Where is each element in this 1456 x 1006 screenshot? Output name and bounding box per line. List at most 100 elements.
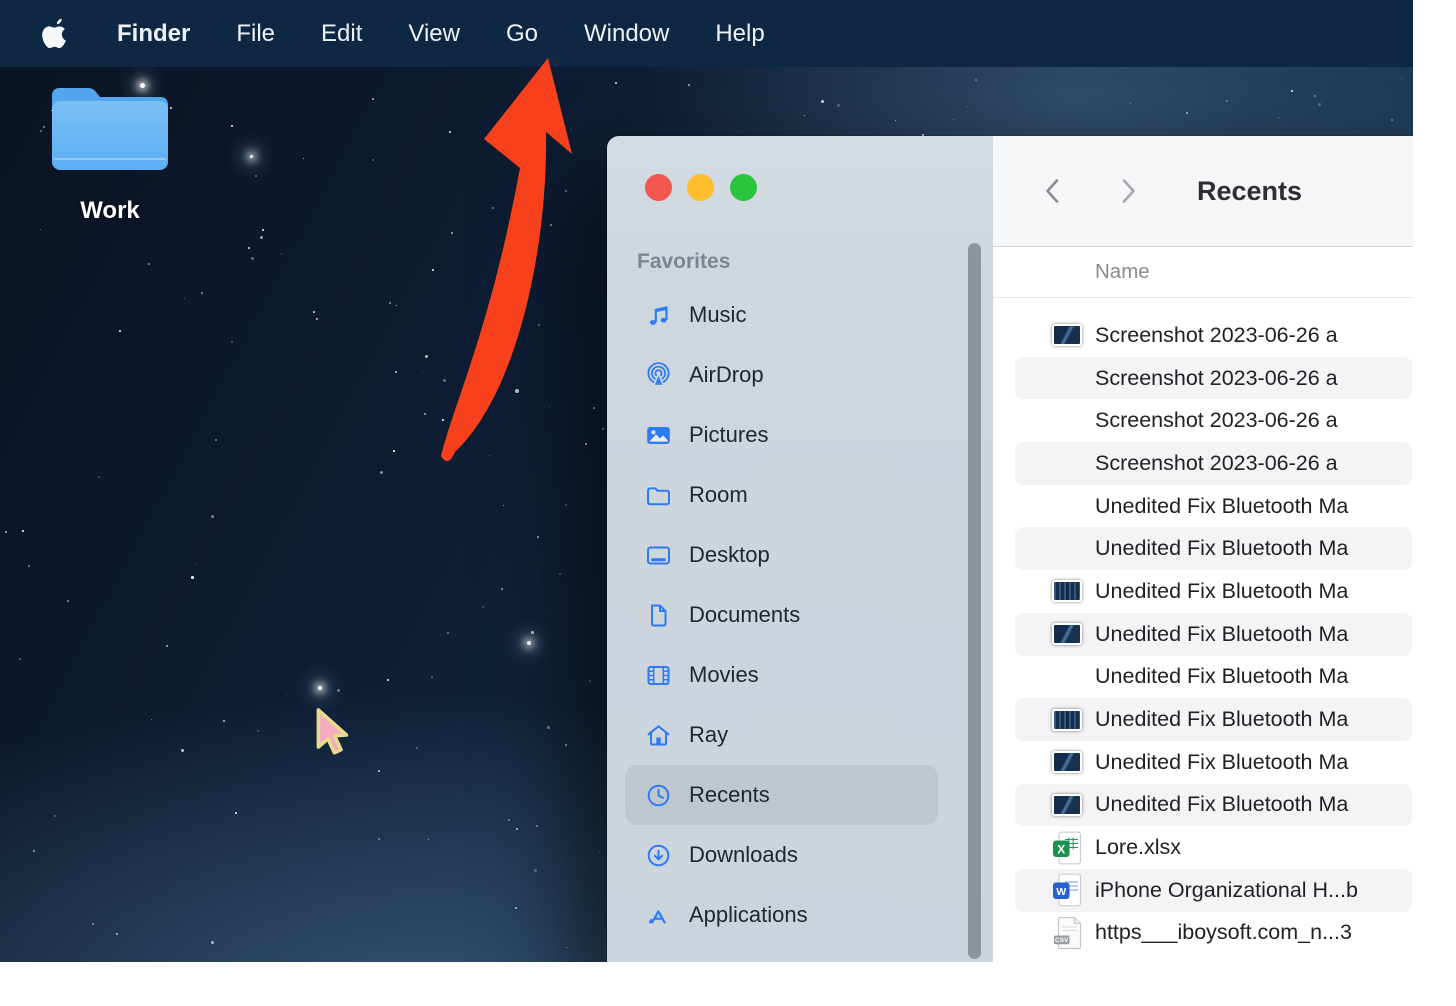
- folder-icon: [645, 482, 672, 509]
- svg-text:X: X: [1057, 842, 1065, 856]
- file-row[interactable]: Unedited Fix Bluetooth Ma: [1015, 613, 1412, 656]
- sidebar-item-music[interactable]: Music: [625, 285, 938, 345]
- mouse-cursor-icon: [316, 708, 358, 760]
- folder-label: Work: [46, 197, 174, 225]
- file-row[interactable]: Unedited Fix Bluetooth Ma: [1015, 527, 1412, 570]
- document-icon: [645, 602, 672, 629]
- menu-item-window[interactable]: Window: [584, 20, 669, 48]
- sidebar-item-documents[interactable]: Documents: [625, 585, 938, 645]
- svg-text:W: W: [1056, 886, 1066, 898]
- file-row[interactable]: Unedited Fix Bluetooth Ma: [1015, 741, 1412, 784]
- thumb-grid: [1052, 709, 1082, 731]
- column-header-row[interactable]: Name: [993, 247, 1413, 298]
- file-name: Unedited Fix Bluetooth Ma: [1095, 536, 1348, 561]
- file-name: Lore.xlsx: [1095, 835, 1181, 860]
- appstore-icon: [645, 902, 672, 929]
- sidebar-item-downloads[interactable]: Downloads: [625, 825, 938, 885]
- menu-item-go[interactable]: Go: [506, 20, 538, 48]
- file-row[interactable]: Unedited Fix Bluetooth Ma: [1015, 784, 1412, 827]
- file-row[interactable]: X Lore.xlsx: [1015, 826, 1412, 869]
- file-row[interactable]: Unedited Fix Bluetooth Ma: [1015, 570, 1412, 613]
- thumb-wave: [1052, 794, 1082, 816]
- sidebar-item-applications[interactable]: Applications: [625, 885, 938, 945]
- finder-window: Favorites Music AirDrop Pictures Room De…: [607, 136, 1413, 962]
- chevron-right-icon: [1124, 181, 1134, 202]
- minimize-button[interactable]: [687, 174, 714, 201]
- sidebar-item-label: Documents: [689, 602, 800, 628]
- menu-item-help[interactable]: Help: [715, 20, 764, 48]
- apple-logo-icon[interactable]: [42, 17, 72, 51]
- clock-icon: [645, 782, 672, 809]
- file-row[interactable]: Screenshot 2023-06-26 a: [1015, 314, 1412, 357]
- sidebar-item-recents[interactable]: Recents: [625, 765, 938, 825]
- menu-item-file[interactable]: File: [236, 20, 275, 48]
- file-row[interactable]: Screenshot 2023-06-26 a: [1015, 357, 1412, 400]
- desktop-icon: [645, 542, 672, 569]
- csv-file-icon: CSV: [1052, 916, 1082, 950]
- sidebar-section-title: Favorites: [637, 250, 730, 274]
- file-row[interactable]: Unedited Fix Bluetooth Ma: [1015, 698, 1412, 741]
- file-name: Screenshot 2023-06-26 a: [1095, 451, 1338, 476]
- finder-sidebar: Favorites Music AirDrop Pictures Room De…: [607, 136, 993, 962]
- sidebar-item-label: Ray: [689, 722, 728, 748]
- film-icon: [645, 662, 672, 689]
- airdrop-icon: [645, 362, 672, 389]
- sidebar-item-desktop[interactable]: Desktop: [625, 525, 938, 585]
- svg-text:CSV: CSV: [1055, 937, 1069, 944]
- music-note-icon: [645, 302, 672, 329]
- sidebar-item-movies[interactable]: Movies: [625, 645, 938, 705]
- file-row[interactable]: Screenshot 2023-06-26 a: [1015, 442, 1412, 485]
- thumb-window: [1052, 495, 1082, 517]
- sidebar-item-label: Pictures: [689, 422, 768, 448]
- name-column-header[interactable]: Name: [1095, 260, 1150, 284]
- menu-item-edit[interactable]: Edit: [321, 20, 362, 48]
- file-name: https___iboysoft.com_n...3: [1095, 920, 1352, 945]
- word-file-icon: W: [1052, 873, 1082, 907]
- thumb-grid: [1052, 580, 1082, 602]
- thumb-wave: [1052, 623, 1082, 645]
- thumb-wave: [1052, 751, 1082, 773]
- home-icon: [645, 722, 672, 749]
- thumb-window: [1052, 367, 1082, 389]
- file-name: Unedited Fix Bluetooth Ma: [1095, 750, 1348, 775]
- download-icon: [645, 842, 672, 869]
- sidebar-item-label: Downloads: [689, 842, 798, 868]
- desktop-screen: Finder File Edit View Go Window Help Work Favo…: [0, 0, 1413, 962]
- file-row[interactable]: WiPhone Organizational H...b: [1015, 869, 1412, 912]
- folder-icon: [46, 80, 174, 176]
- thumb-window: [1052, 538, 1082, 560]
- sidebar-item-label: Movies: [689, 662, 759, 688]
- file-name: Unedited Fix Bluetooth Ma: [1095, 664, 1348, 689]
- file-row[interactable]: Screenshot 2023-06-26 a: [1015, 399, 1412, 442]
- sidebar-item-label: Music: [689, 302, 746, 328]
- file-row[interactable]: CSV https___iboysoft.com_n...3: [1015, 912, 1412, 955]
- sidebar-item-pictures[interactable]: Pictures: [625, 405, 938, 465]
- file-row[interactable]: Unedited Fix Bluetooth Ma: [1015, 656, 1412, 699]
- file-name: Screenshot 2023-06-26 a: [1095, 366, 1338, 391]
- sidebar-item-airdrop[interactable]: AirDrop: [625, 345, 938, 405]
- window-title: Recents: [1197, 176, 1302, 207]
- menu-item-finder[interactable]: Finder: [117, 20, 190, 48]
- close-button[interactable]: [645, 174, 672, 201]
- file-name: Unedited Fix Bluetooth Ma: [1095, 579, 1348, 604]
- file-name: iPhone Organizational H...b: [1095, 878, 1358, 903]
- forward-button[interactable]: [1115, 176, 1141, 206]
- back-button[interactable]: [1040, 176, 1066, 206]
- sidebar-item-label: AirDrop: [689, 362, 764, 388]
- menu-bar: Finder File Edit View Go Window Help: [0, 0, 1413, 67]
- sidebar-item-room[interactable]: Room: [625, 465, 938, 525]
- sidebar-item-label: Room: [689, 482, 748, 508]
- zoom-button[interactable]: [730, 174, 757, 201]
- file-name: Unedited Fix Bluetooth Ma: [1095, 792, 1348, 817]
- file-name: Unedited Fix Bluetooth Ma: [1095, 494, 1348, 519]
- file-row[interactable]: Unedited Fix Bluetooth Ma: [1015, 485, 1412, 528]
- desktop-folder-work[interactable]: Work: [46, 80, 174, 225]
- sidebar-item-label: Recents: [689, 782, 770, 808]
- pictures-icon: [645, 422, 672, 449]
- sidebar-scrollbar[interactable]: [968, 243, 981, 959]
- sidebar-item-ray[interactable]: Ray: [625, 705, 938, 765]
- file-name: Unedited Fix Bluetooth Ma: [1095, 707, 1348, 732]
- file-list: Screenshot 2023-06-26 a Screenshot 2023-0…: [993, 314, 1413, 954]
- menu-item-view[interactable]: View: [408, 20, 460, 48]
- finder-toolbar: Recents: [993, 136, 1413, 247]
